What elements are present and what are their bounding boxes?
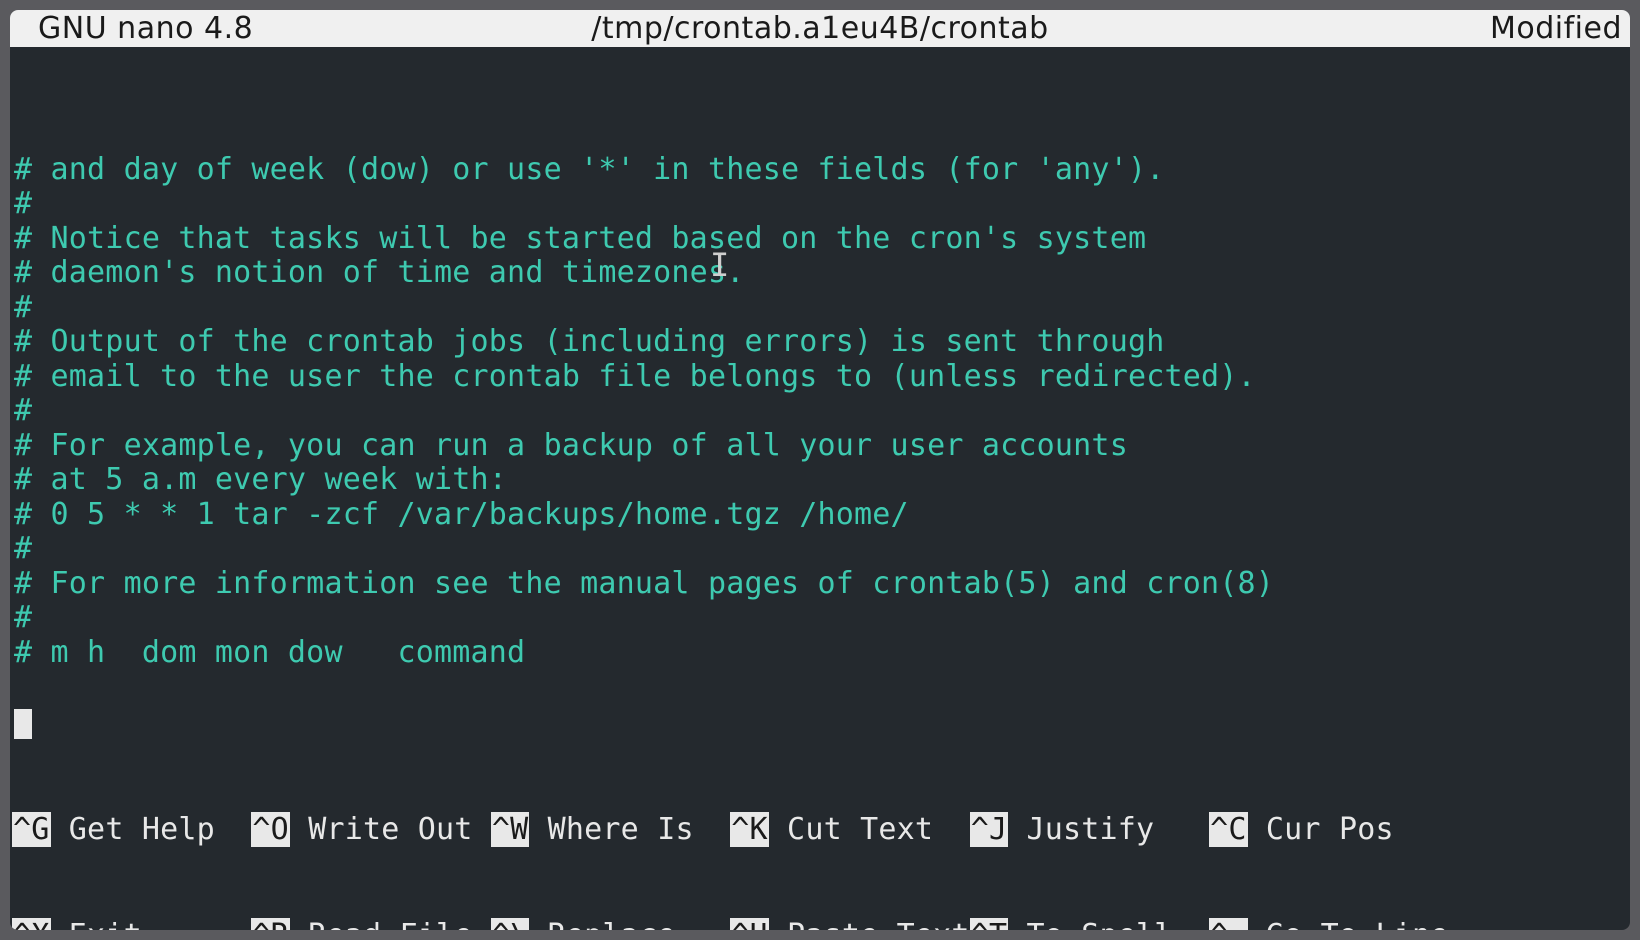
shortcut-item[interactable]: ^U Paste Text bbox=[730, 918, 969, 930]
shortcut-item[interactable]: ^G Get Help bbox=[12, 812, 251, 847]
editor-line: # Output of the crontab jobs (including … bbox=[14, 325, 1626, 360]
editor-line: # For example, you can run a backup of a… bbox=[14, 429, 1626, 464]
editor-line: # at 5 a.m every week with: bbox=[14, 463, 1626, 498]
shortcut-key: ^R bbox=[251, 918, 290, 930]
editor-line: # bbox=[14, 394, 1626, 429]
shortcut-label: Write Out bbox=[290, 812, 491, 847]
shortcut-item[interactable]: ^W Where Is bbox=[491, 812, 730, 847]
editor-line: # 0 5 * * 1 tar -zcf /var/backups/home.t… bbox=[14, 498, 1626, 533]
shortcut-key: ^W bbox=[491, 812, 530, 847]
shortcut-row-1: ^G Get Help ^O Write Out ^W Where Is ^K … bbox=[12, 812, 1626, 847]
shortcut-key: ^O bbox=[251, 812, 290, 847]
shortcut-item[interactable]: ^J Justify bbox=[970, 812, 1209, 847]
shortcut-key: ^C bbox=[1209, 812, 1248, 847]
editor-content[interactable]: # and day of week (dow) or use '*' in th… bbox=[10, 47, 1630, 741]
editor-line: # bbox=[14, 601, 1626, 636]
nano-editor-window: GNU nano 4.8 /tmp/crontab.a1eu4B/crontab… bbox=[10, 10, 1630, 930]
editor-line: # Notice that tasks will be started base… bbox=[14, 222, 1626, 257]
editor-cursor-line bbox=[14, 705, 1626, 740]
shortcut-key: ^G bbox=[12, 812, 51, 847]
editor-line: # and day of week (dow) or use '*' in th… bbox=[14, 153, 1626, 188]
nano-titlebar: GNU nano 4.8 /tmp/crontab.a1eu4B/crontab… bbox=[10, 10, 1630, 47]
nano-modified-indicator: Modified bbox=[1490, 11, 1622, 46]
shortcut-item[interactable]: ^_ Go To Line bbox=[1209, 918, 1448, 930]
shortcut-key: ^J bbox=[970, 812, 1009, 847]
editor-line bbox=[14, 670, 1626, 705]
shortcut-key: ^K bbox=[730, 812, 769, 847]
shortcut-label: Go To Line bbox=[1248, 918, 1449, 930]
shortcut-label: Get Help bbox=[51, 812, 252, 847]
shortcut-label: Where Is bbox=[529, 812, 730, 847]
shortcut-label: Justify bbox=[1008, 812, 1209, 847]
editor-line: # For more information see the manual pa… bbox=[14, 567, 1626, 602]
shortcut-item[interactable]: ^X Exit bbox=[12, 918, 251, 930]
shortcut-item[interactable]: ^\ Replace bbox=[491, 918, 730, 930]
shortcut-item[interactable]: ^K Cut Text bbox=[730, 812, 969, 847]
editor-line: # bbox=[14, 532, 1626, 567]
shortcut-item[interactable]: ^T To Spell bbox=[970, 918, 1209, 930]
editor-line: # bbox=[14, 291, 1626, 326]
editor-line: # bbox=[14, 187, 1626, 222]
shortcut-key: ^U bbox=[730, 918, 769, 930]
shortcut-key: ^_ bbox=[1209, 918, 1248, 930]
shortcut-item[interactable]: ^R Read File bbox=[251, 918, 490, 930]
block-cursor bbox=[14, 709, 32, 739]
shortcut-label: Exit bbox=[51, 918, 252, 930]
shortcut-key: ^X bbox=[12, 918, 51, 930]
shortcut-label: Paste Text bbox=[769, 918, 970, 930]
shortcut-item[interactable]: ^O Write Out bbox=[251, 812, 490, 847]
shortcut-item[interactable]: ^C Cur Pos bbox=[1209, 812, 1394, 847]
nano-version: GNU nano 4.8 bbox=[38, 11, 253, 46]
shortcut-key: ^\ bbox=[491, 918, 530, 930]
shortcut-label: Cur Pos bbox=[1248, 812, 1394, 847]
shortcut-label: Cut Text bbox=[769, 812, 970, 847]
nano-filename: /tmp/crontab.a1eu4B/crontab bbox=[591, 11, 1048, 46]
shortcut-key: ^T bbox=[970, 918, 1009, 930]
shortcut-row-2: ^X Exit ^R Read File ^\ Replace ^U Paste… bbox=[12, 918, 1626, 930]
editor-line: # daemon's notion of time and timezones. bbox=[14, 256, 1626, 291]
shortcut-label: Read File bbox=[290, 918, 491, 930]
editor-line: # m h dom mon dow command bbox=[14, 636, 1626, 671]
nano-shortcut-bar: ^G Get Help ^O Write Out ^W Where Is ^K … bbox=[10, 741, 1630, 930]
editor-line: # email to the user the crontab file bel… bbox=[14, 360, 1626, 395]
shortcut-label: To Spell bbox=[1008, 918, 1209, 930]
shortcut-label: Replace bbox=[529, 918, 730, 930]
